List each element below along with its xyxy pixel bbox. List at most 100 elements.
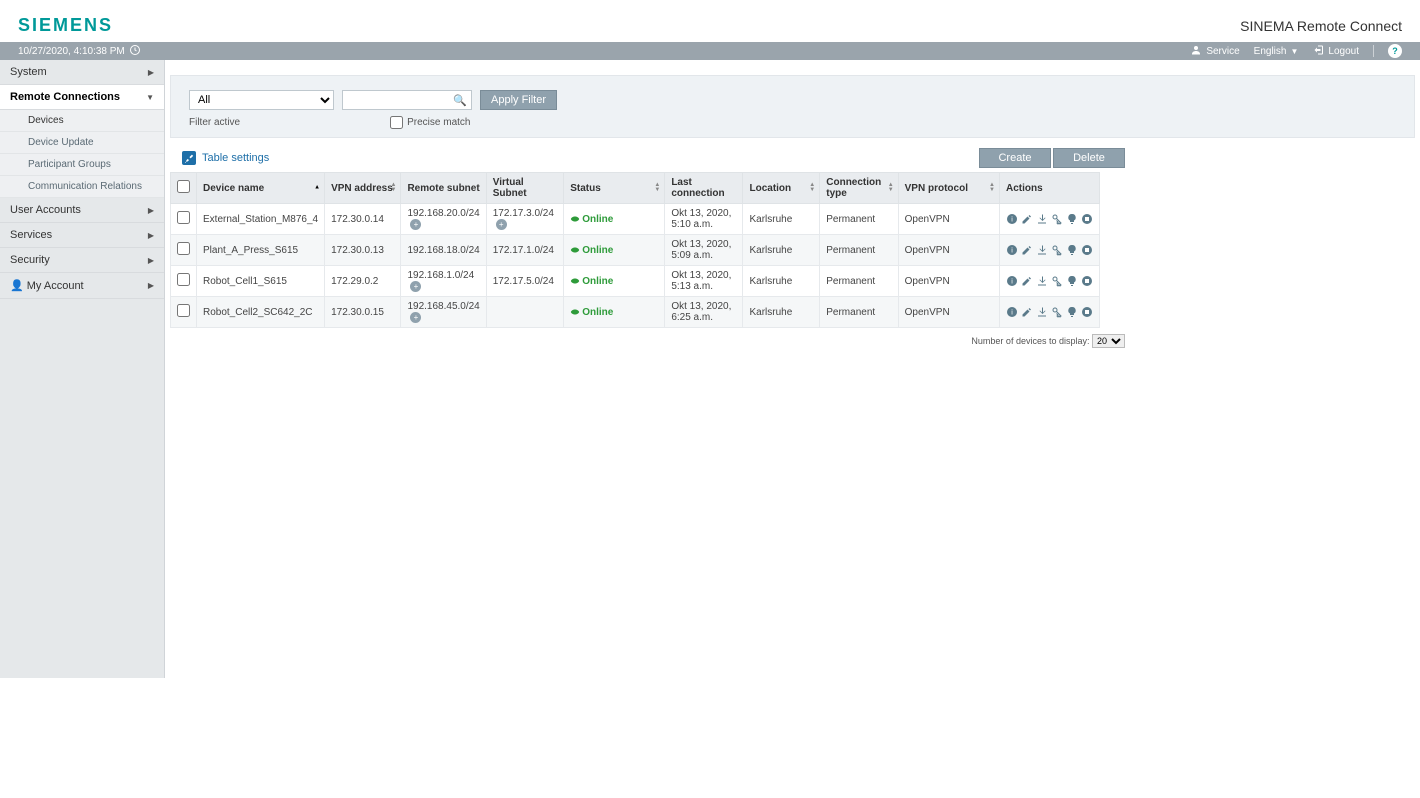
edit-icon[interactable] bbox=[1021, 213, 1033, 225]
table-settings-link[interactable]: Table settings bbox=[170, 151, 269, 165]
precise-match-label: Precise match bbox=[407, 117, 470, 128]
delete-button[interactable]: Delete bbox=[1053, 148, 1125, 168]
expand-icon[interactable]: + bbox=[496, 219, 507, 230]
sidebar-item-services[interactable]: Services▶ bbox=[0, 223, 164, 248]
cell-actions: i bbox=[999, 297, 1099, 328]
key-icon[interactable] bbox=[1051, 244, 1063, 256]
logout-icon bbox=[1312, 44, 1324, 59]
key-icon[interactable] bbox=[1051, 306, 1063, 318]
precise-match-toggle[interactable]: Precise match bbox=[390, 116, 470, 129]
row-checkbox[interactable] bbox=[177, 242, 190, 255]
col-vpn-address[interactable]: VPN address ▲▼ bbox=[325, 173, 401, 204]
edit-icon[interactable] bbox=[1021, 275, 1033, 287]
info-icon[interactable]: i bbox=[1006, 244, 1018, 256]
cell-status: Online bbox=[564, 266, 665, 297]
help-icon[interactable]: ? bbox=[1388, 44, 1402, 58]
precise-match-checkbox[interactable] bbox=[390, 116, 403, 129]
stop-icon[interactable] bbox=[1081, 306, 1093, 318]
row-checkbox[interactable] bbox=[177, 211, 190, 224]
cell-status: Online bbox=[564, 297, 665, 328]
expand-icon[interactable]: + bbox=[410, 281, 421, 292]
sidebar-subitem-communication-relations[interactable]: Communication Relations bbox=[0, 176, 164, 198]
download-icon[interactable] bbox=[1036, 244, 1048, 256]
col-device-name[interactable]: Device name ▲ bbox=[197, 173, 325, 204]
cell-virtual-subnet: 172.17.1.0/24 bbox=[486, 235, 563, 266]
cell-last-connection: Okt 13, 2020, 6:25 a.m. bbox=[665, 297, 743, 328]
cell-device-name[interactable]: Plant_A_Press_S615 bbox=[197, 235, 325, 266]
col-status[interactable]: Status ▲▼ bbox=[564, 173, 665, 204]
expand-icon[interactable]: + bbox=[410, 219, 421, 230]
cell-actions: i bbox=[999, 235, 1099, 266]
chevron-down-icon: ▼ bbox=[146, 93, 154, 102]
col-connection-type[interactable]: Connection type ▲▼ bbox=[820, 173, 898, 204]
filter-panel: All 🔍 Apply Filter Filter active Precise… bbox=[170, 75, 1415, 138]
cell-virtual-subnet bbox=[486, 297, 563, 328]
cell-connection-type: Permanent bbox=[820, 266, 898, 297]
sidebar-item-user-accounts[interactable]: User Accounts▶ bbox=[0, 198, 164, 223]
cell-vpn-protocol: OpenVPN bbox=[898, 204, 999, 235]
sidebar-item-label: System bbox=[10, 66, 47, 78]
cell-connection-type: Permanent bbox=[820, 235, 898, 266]
bulb-icon[interactable] bbox=[1066, 275, 1078, 287]
stop-icon[interactable] bbox=[1081, 244, 1093, 256]
chevron-down-icon: ▼ bbox=[1290, 47, 1298, 56]
filter-dropdown[interactable]: All bbox=[189, 90, 334, 110]
sidebar-item-my-account[interactable]: 👤 My Account ▶ bbox=[0, 273, 164, 299]
filter-search-input[interactable] bbox=[347, 94, 453, 106]
row-checkbox[interactable] bbox=[177, 304, 190, 317]
cell-last-connection: Okt 13, 2020, 5:10 a.m. bbox=[665, 204, 743, 235]
chevron-right-icon: ▶ bbox=[148, 231, 154, 240]
online-icon bbox=[570, 276, 580, 286]
bulb-icon[interactable] bbox=[1066, 213, 1078, 225]
key-icon[interactable] bbox=[1051, 213, 1063, 225]
cell-vpn-address: 172.30.0.14 bbox=[325, 204, 401, 235]
bulb-icon[interactable] bbox=[1066, 244, 1078, 256]
timestamp: 10/27/2020, 4:10:38 PM bbox=[18, 46, 125, 57]
download-icon[interactable] bbox=[1036, 306, 1048, 318]
language-select[interactable]: English ▼ bbox=[1254, 46, 1299, 57]
edit-icon[interactable] bbox=[1021, 244, 1033, 256]
key-icon[interactable] bbox=[1051, 275, 1063, 287]
wrench-icon bbox=[182, 151, 196, 165]
sidebar-item-security[interactable]: Security▶ bbox=[0, 248, 164, 273]
logout-link[interactable]: Logout bbox=[1312, 44, 1359, 59]
info-icon[interactable]: i bbox=[1006, 213, 1018, 225]
create-button[interactable]: Create bbox=[979, 148, 1051, 168]
stop-icon[interactable] bbox=[1081, 213, 1093, 225]
bulb-icon[interactable] bbox=[1066, 306, 1078, 318]
cell-last-connection: Okt 13, 2020, 5:13 a.m. bbox=[665, 266, 743, 297]
expand-icon[interactable]: + bbox=[410, 312, 421, 323]
cell-vpn-protocol: OpenVPN bbox=[898, 297, 999, 328]
service-link[interactable]: Service bbox=[1190, 44, 1239, 59]
language-label: English bbox=[1254, 46, 1287, 57]
pager-select[interactable]: 20 bbox=[1092, 334, 1125, 348]
sidebar-subitem-participant-groups[interactable]: Participant Groups bbox=[0, 154, 164, 176]
sidebar-item-system[interactable]: System▶ bbox=[0, 60, 164, 85]
select-all-checkbox[interactable] bbox=[177, 180, 190, 193]
cell-device-name[interactable]: Robot_Cell1_S615 bbox=[197, 266, 325, 297]
cell-last-connection: Okt 13, 2020, 5:09 a.m. bbox=[665, 235, 743, 266]
sidebar-subitem-device-update[interactable]: Device Update bbox=[0, 132, 164, 154]
chevron-right-icon: ▶ bbox=[148, 281, 154, 290]
sidebar-subitem-devices[interactable]: Devices bbox=[0, 110, 164, 132]
topbar-separator bbox=[1373, 45, 1374, 57]
info-icon[interactable]: i bbox=[1006, 275, 1018, 287]
download-icon[interactable] bbox=[1036, 213, 1048, 225]
col-location[interactable]: Location ▲▼ bbox=[743, 173, 820, 204]
sidebar-item-remote-connections[interactable]: Remote Connections ▼ bbox=[0, 85, 164, 110]
search-icon[interactable]: 🔍 bbox=[453, 94, 467, 107]
sidebar-item-label: 👤 My Account bbox=[10, 279, 84, 292]
sidebar-item-label: Remote Connections bbox=[10, 91, 120, 103]
info-icon[interactable]: i bbox=[1006, 306, 1018, 318]
cell-device-name[interactable]: Robot_Cell2_SC642_2C bbox=[197, 297, 325, 328]
row-checkbox[interactable] bbox=[177, 273, 190, 286]
col-vpn-protocol[interactable]: VPN protocol ▲▼ bbox=[898, 173, 999, 204]
apply-filter-button[interactable]: Apply Filter bbox=[480, 90, 557, 110]
stop-icon[interactable] bbox=[1081, 275, 1093, 287]
download-icon[interactable] bbox=[1036, 275, 1048, 287]
online-icon bbox=[570, 245, 580, 255]
edit-icon[interactable] bbox=[1021, 306, 1033, 318]
cell-status: Online bbox=[564, 235, 665, 266]
col-checkbox bbox=[171, 173, 197, 204]
cell-device-name[interactable]: External_Station_M876_4 bbox=[197, 204, 325, 235]
